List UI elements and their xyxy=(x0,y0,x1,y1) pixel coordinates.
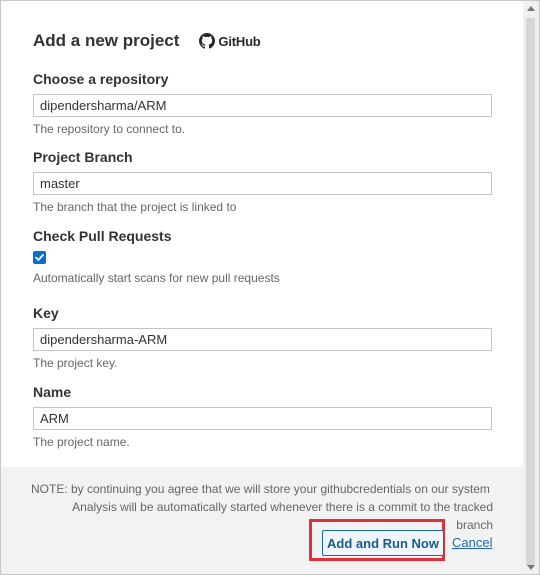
note-line: Analysis will be automatically started w… xyxy=(72,500,493,514)
branch-help: The branch that the project is linked to xyxy=(33,200,237,214)
repository-field-group: Choose a repository The repository to co… xyxy=(33,70,493,136)
key-label: Key xyxy=(33,305,59,321)
github-icon xyxy=(199,33,216,49)
dialog-header: Add a new project GitHub xyxy=(33,31,261,51)
name-input[interactable] xyxy=(33,407,492,430)
key-field-group: Key The project key. xyxy=(33,304,493,370)
dialog-content: Add a new project GitHub Choose a reposi… xyxy=(1,1,523,467)
branch-label: Project Branch xyxy=(33,149,133,165)
cancel-link[interactable]: Cancel xyxy=(452,535,492,550)
add-project-dialog: Add a new project GitHub Choose a reposi… xyxy=(0,0,540,575)
pull-requests-help: Automatically start scans for new pull r… xyxy=(33,271,280,285)
repository-help: The repository to connect to. xyxy=(33,122,186,136)
repository-input[interactable] xyxy=(33,94,492,117)
key-input[interactable] xyxy=(33,328,492,351)
pull-requests-label: Check Pull Requests xyxy=(33,228,172,244)
github-logo: GitHub xyxy=(199,33,261,49)
pull-requests-checkbox[interactable] xyxy=(33,251,46,264)
branch-field-group: Project Branch The branch that the proje… xyxy=(33,148,493,214)
github-wordmark: GitHub xyxy=(218,33,261,49)
key-help: The project key. xyxy=(33,356,118,370)
dialog-title: Add a new project xyxy=(33,31,180,50)
name-field-group: Name The project name. xyxy=(33,383,493,449)
dialog-footer: NOTE: by continuing you agree that we wi… xyxy=(1,467,523,574)
branch-input[interactable] xyxy=(33,172,492,195)
repository-label: Choose a repository xyxy=(33,71,169,87)
pull-requests-field-group: Check Pull Requests Automatically start … xyxy=(33,227,493,285)
scrollbar-thumb[interactable] xyxy=(526,18,535,566)
add-and-run-button[interactable]: Add and Run Now xyxy=(322,530,444,556)
name-label: Name xyxy=(33,384,72,400)
note-line: NOTE: by continuing you agree that we wi… xyxy=(31,482,490,496)
name-help: The project name. xyxy=(33,435,130,449)
scroll-up-arrow-icon[interactable] xyxy=(527,6,535,11)
scroll-down-arrow-icon[interactable] xyxy=(527,565,535,570)
checkmark-icon xyxy=(35,254,44,261)
